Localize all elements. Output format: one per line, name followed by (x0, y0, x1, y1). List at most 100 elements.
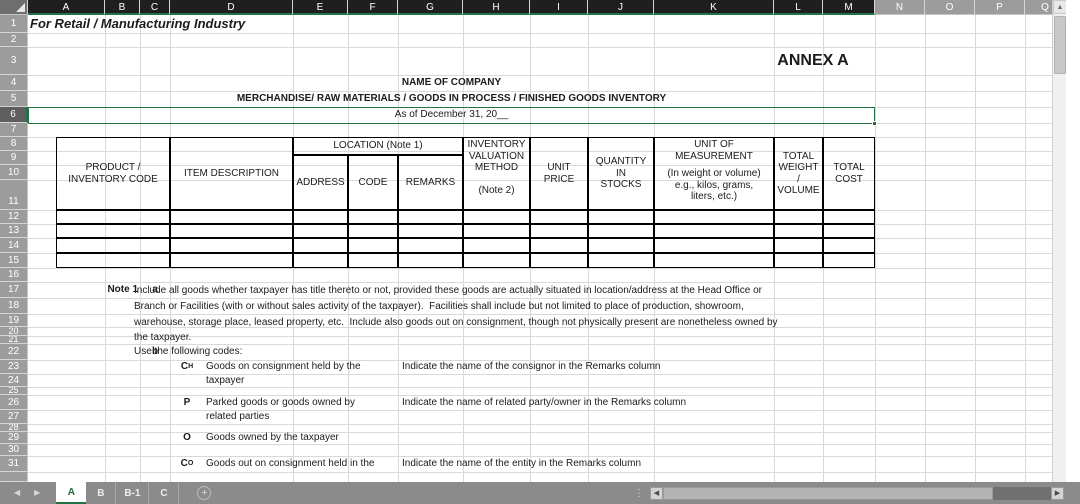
horizontal-scroll-thumb[interactable] (663, 486, 993, 500)
data-cell[interactable] (348, 224, 398, 238)
column-header-K[interactable]: K (654, 0, 774, 15)
column-header-H[interactable]: H (463, 0, 530, 15)
data-cell[interactable] (774, 238, 823, 253)
column-header-C[interactable]: C (140, 0, 170, 15)
data-cell[interactable] (654, 253, 774, 268)
row-header-23[interactable]: 23 (0, 360, 28, 374)
row-header-20[interactable]: 20 (0, 327, 28, 336)
title-banner[interactable]: For Retail / Manufacturing Industry (28, 15, 328, 33)
data-cell[interactable] (823, 253, 875, 268)
row-header-4[interactable]: 4 (0, 75, 28, 91)
data-cell[interactable] (398, 238, 463, 253)
row-header-6[interactable]: 6 (0, 107, 28, 123)
header-inventory-valuation-method[interactable]: INVENTORY VALUATION METHOD (463, 139, 530, 185)
header-address[interactable]: ADDRESS (293, 155, 348, 210)
data-cell[interactable] (348, 253, 398, 268)
data-cell[interactable] (170, 253, 293, 268)
note1-label[interactable]: Note 1 (73, 282, 140, 298)
row-header-24[interactable]: 24 (0, 374, 28, 387)
code-symbol-1[interactable]: P (170, 395, 204, 410)
data-cell[interactable] (823, 238, 875, 253)
data-cell[interactable] (654, 224, 774, 238)
data-cell[interactable] (654, 210, 774, 224)
data-cell[interactable] (463, 253, 530, 268)
row-header-1[interactable]: 1 (0, 15, 28, 33)
header-unit-of-measurement[interactable]: UNIT OF MEASUREMENT (654, 139, 774, 169)
code-symbol-0[interactable]: CH (170, 360, 204, 374)
data-cell[interactable] (823, 210, 875, 224)
data-cell[interactable] (588, 210, 654, 224)
row-header-16[interactable]: 16 (0, 268, 28, 282)
worksheet-grid[interactable]: A B C D E F G H I J K L M N O P Q 1 2 3 … (0, 0, 1066, 482)
data-cell[interactable] (588, 238, 654, 253)
row-header-3[interactable]: 3 (0, 47, 28, 75)
sheet-tabs[interactable]: A B B-1 C (56, 482, 180, 504)
code-description-0[interactable]: Goods on consignment held by the taxpaye… (204, 360, 394, 388)
row-header-10[interactable]: 10 (0, 165, 28, 180)
data-cell[interactable] (530, 253, 588, 268)
data-cell[interactable] (170, 224, 293, 238)
header-total-cost[interactable]: TOTAL COST (823, 137, 875, 210)
code-remark-2[interactable] (400, 432, 730, 444)
horizontal-split-handle-icon[interactable]: ⋮ (634, 488, 644, 499)
data-cell[interactable] (530, 210, 588, 224)
data-cell[interactable] (56, 238, 170, 253)
column-header-B[interactable]: B (105, 0, 140, 15)
data-cell[interactable] (588, 224, 654, 238)
data-cell[interactable] (530, 238, 588, 253)
row-header-2[interactable]: 2 (0, 33, 28, 47)
column-header-F[interactable]: F (348, 0, 398, 15)
code-description-1[interactable]: Parked goods or goods owned by related p… (204, 396, 394, 424)
data-cell[interactable] (774, 210, 823, 224)
column-header-J[interactable]: J (588, 0, 654, 15)
header-quantity-in-stocks[interactable]: QUANTITY IN STOCKS (588, 137, 654, 210)
header-code[interactable]: CODE (348, 155, 398, 210)
scroll-up-button[interactable]: ▲ (1053, 0, 1066, 14)
row-header-7[interactable]: 7 (0, 123, 28, 137)
sheet-tab-B[interactable]: B (86, 482, 117, 504)
code-symbol-3[interactable]: CO (170, 456, 204, 472)
row-header-11[interactable]: 11 (0, 180, 28, 210)
row-header-15[interactable]: 15 (0, 253, 28, 268)
header-unit-of-measurement-sub[interactable]: (In weight or volume) e.g., kilos, grams… (654, 168, 774, 210)
add-sheet-button[interactable]: + (197, 486, 212, 500)
data-cell[interactable] (170, 210, 293, 224)
row-header-31[interactable]: 31 (0, 456, 28, 472)
data-cell[interactable] (398, 210, 463, 224)
data-cell[interactable] (463, 210, 530, 224)
data-cell[interactable] (348, 238, 398, 253)
data-cell[interactable] (774, 224, 823, 238)
sheet-next-arrow-icon[interactable]: ▶ (34, 489, 40, 497)
code-remark-3[interactable]: Indicate the name of the entity in the R… (400, 456, 730, 472)
horizontal-scrollbar[interactable]: ◀ ▶ (650, 486, 1064, 500)
horizontal-scroll-track[interactable] (663, 486, 1064, 500)
data-cell[interactable] (774, 253, 823, 268)
row-header-5[interactable]: 5 (0, 91, 28, 107)
row-header-22[interactable]: 22 (0, 344, 28, 360)
sheet-tab-C[interactable]: C (149, 482, 180, 504)
row-header-26[interactable]: 26 (0, 395, 28, 410)
data-cell[interactable] (348, 210, 398, 224)
row-header-8[interactable]: 8 (0, 137, 28, 151)
data-cell[interactable] (293, 238, 348, 253)
column-header-A[interactable]: A (28, 0, 105, 15)
header-inventory-valuation-note[interactable]: (Note 2) (463, 185, 530, 201)
data-cell[interactable] (654, 238, 774, 253)
data-cell[interactable] (463, 224, 530, 238)
data-cell[interactable] (56, 253, 170, 268)
sheet-tab-bar[interactable]: ◀ ▶ A B B-1 C + ⋮ ◀ ▶ (0, 482, 1080, 504)
fill-handle[interactable] (872, 121, 877, 126)
note1-item-a-text[interactable]: Include all goods whether taxpayer has t… (132, 283, 792, 345)
data-cell[interactable] (398, 224, 463, 238)
vertical-scrollbar[interactable]: ▲ (1052, 0, 1066, 482)
sheet-nav-arrows[interactable]: ◀ ▶ (14, 489, 40, 497)
column-header-G[interactable]: G (398, 0, 463, 15)
row-header-32[interactable] (0, 472, 28, 482)
data-cell[interactable] (530, 224, 588, 238)
annex-label[interactable]: ANNEX A (748, 47, 878, 75)
company-name-cell[interactable]: NAME OF COMPANY (28, 75, 875, 91)
column-header-D[interactable]: D (170, 0, 293, 15)
scroll-left-button[interactable]: ◀ (650, 486, 663, 500)
row-header-12[interactable]: 12 (0, 210, 28, 224)
note1-item-b-text[interactable]: Use the following codes: (132, 344, 392, 360)
